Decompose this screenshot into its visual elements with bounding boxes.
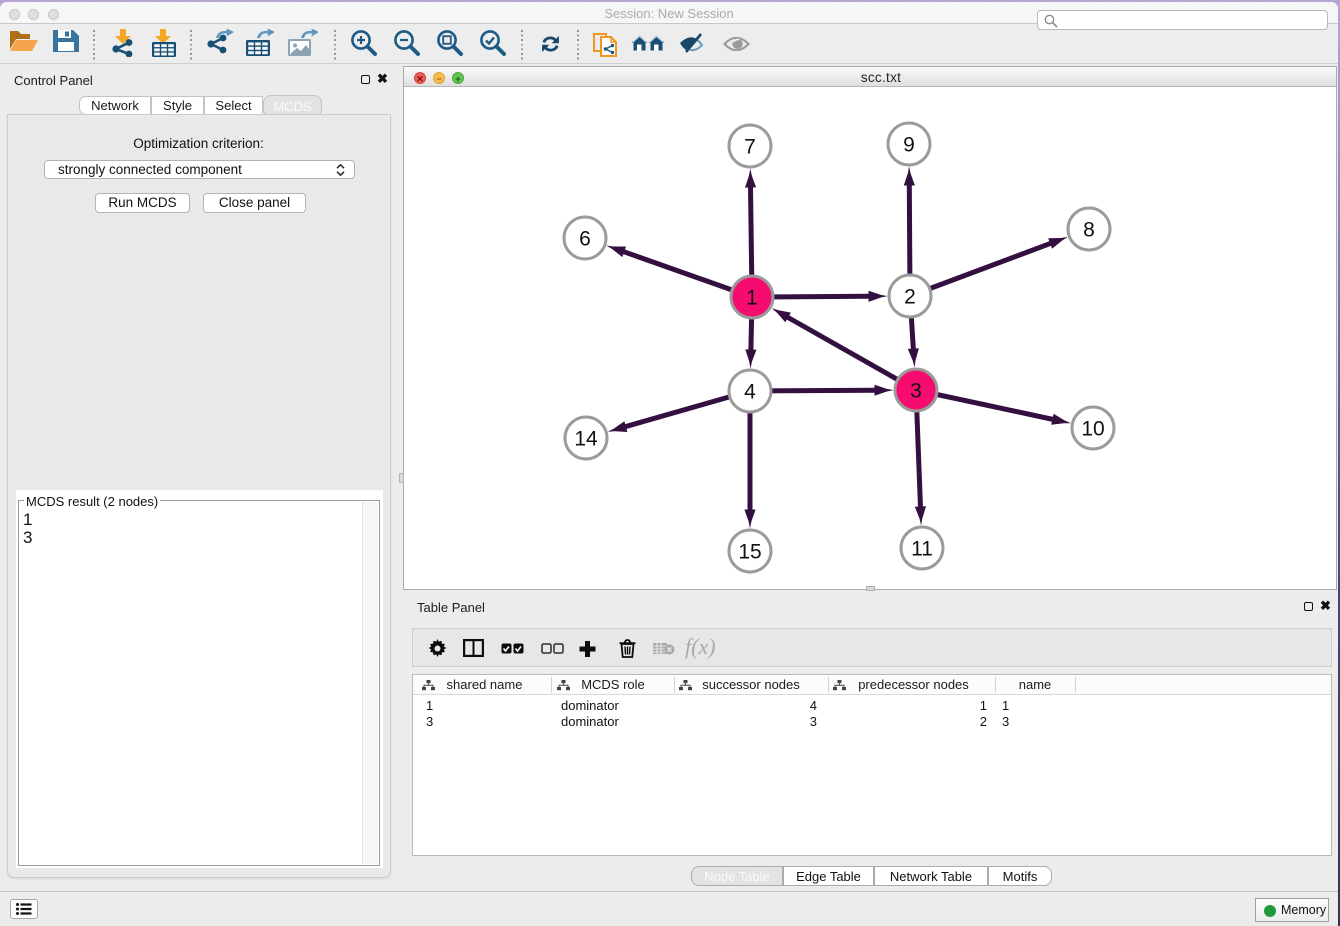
svg-text:1: 1 [746,287,758,310]
svg-text:14: 14 [574,428,598,451]
svg-text:4: 4 [744,381,756,404]
svg-text:8: 8 [1083,219,1095,242]
svg-text:6: 6 [579,228,591,251]
svg-text:9: 9 [903,134,915,157]
svg-text:10: 10 [1081,418,1104,441]
svg-text:15: 15 [738,541,761,564]
svg-text:11: 11 [911,538,933,561]
svg-text:7: 7 [744,136,756,159]
svg-text:2: 2 [904,286,916,309]
svg-text:3: 3 [910,380,922,403]
